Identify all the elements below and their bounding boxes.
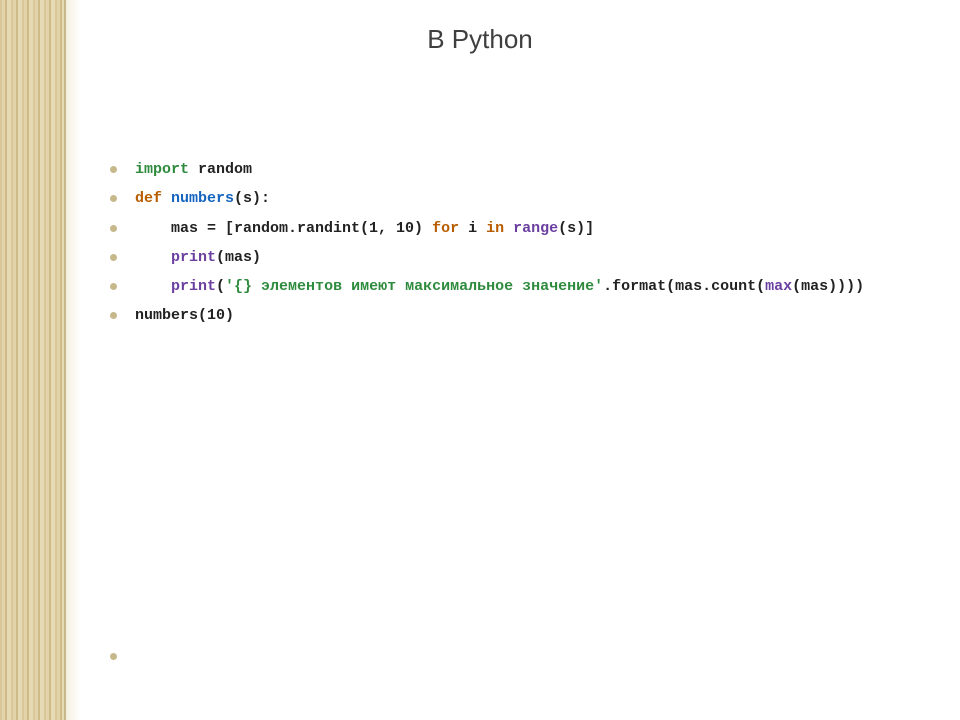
code-text: print('{} элементов имеют максимальное з… [135, 277, 864, 297]
code-line: import random [110, 160, 920, 180]
slide-title: В Python [0, 24, 960, 55]
code-line: print(mas) [110, 248, 920, 268]
code-line: def numbers(s): [110, 189, 920, 209]
bullet-icon [110, 254, 117, 261]
bullet-icon [110, 312, 117, 319]
code-text: print(mas) [135, 248, 261, 268]
code-line: numbers(10) [110, 306, 920, 326]
code-block: import random def numbers(s): mas = [ran… [110, 160, 920, 336]
code-line: print('{} элементов имеют максимальное з… [110, 277, 920, 297]
code-text: numbers(10) [135, 306, 234, 326]
code-line: mas = [random.randint(1, 10) for i in ra… [110, 219, 920, 239]
code-text: def numbers(s): [135, 189, 270, 209]
code-text: mas = [random.randint(1, 10) for i in ra… [135, 219, 594, 239]
bullet-icon [110, 166, 117, 173]
decorative-sidebar [0, 0, 66, 720]
slide: В Python import random def numbers(s): m… [0, 0, 960, 720]
bullet-icon [110, 195, 117, 202]
bullet-icon [110, 653, 117, 660]
bullet-icon [110, 225, 117, 232]
bullet-icon [110, 283, 117, 290]
code-text: import random [135, 160, 252, 180]
